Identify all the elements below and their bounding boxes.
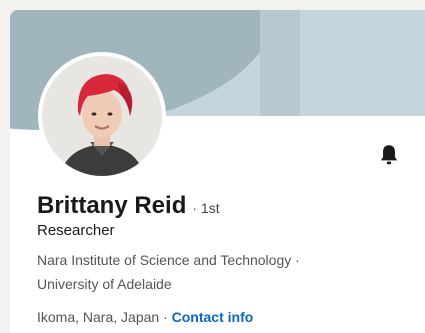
profile-location: Ikoma, Nara, Japan ·: [37, 309, 168, 325]
profile-card: Brittany Reid · 1st Researcher Nara Inst…: [10, 10, 425, 333]
education-line-2: University of Adelaide: [37, 276, 172, 292]
name-row: Brittany Reid · 1st: [37, 192, 220, 220]
avatar-image: [42, 56, 162, 176]
education-line-1: Nara Institute of Science and Technology…: [37, 252, 300, 268]
profile-headline: Researcher: [37, 222, 115, 239]
profile-name: Brittany Reid: [37, 192, 187, 219]
bell-icon[interactable]: [376, 142, 402, 168]
location-row: Ikoma, Nara, Japan · Contact info: [37, 309, 253, 325]
banner-band: [260, 10, 300, 116]
profile-photo[interactable]: [38, 52, 166, 180]
contact-info-link[interactable]: Contact info: [172, 309, 254, 325]
connection-degree: · 1st: [192, 200, 220, 216]
avatar: [42, 56, 162, 176]
